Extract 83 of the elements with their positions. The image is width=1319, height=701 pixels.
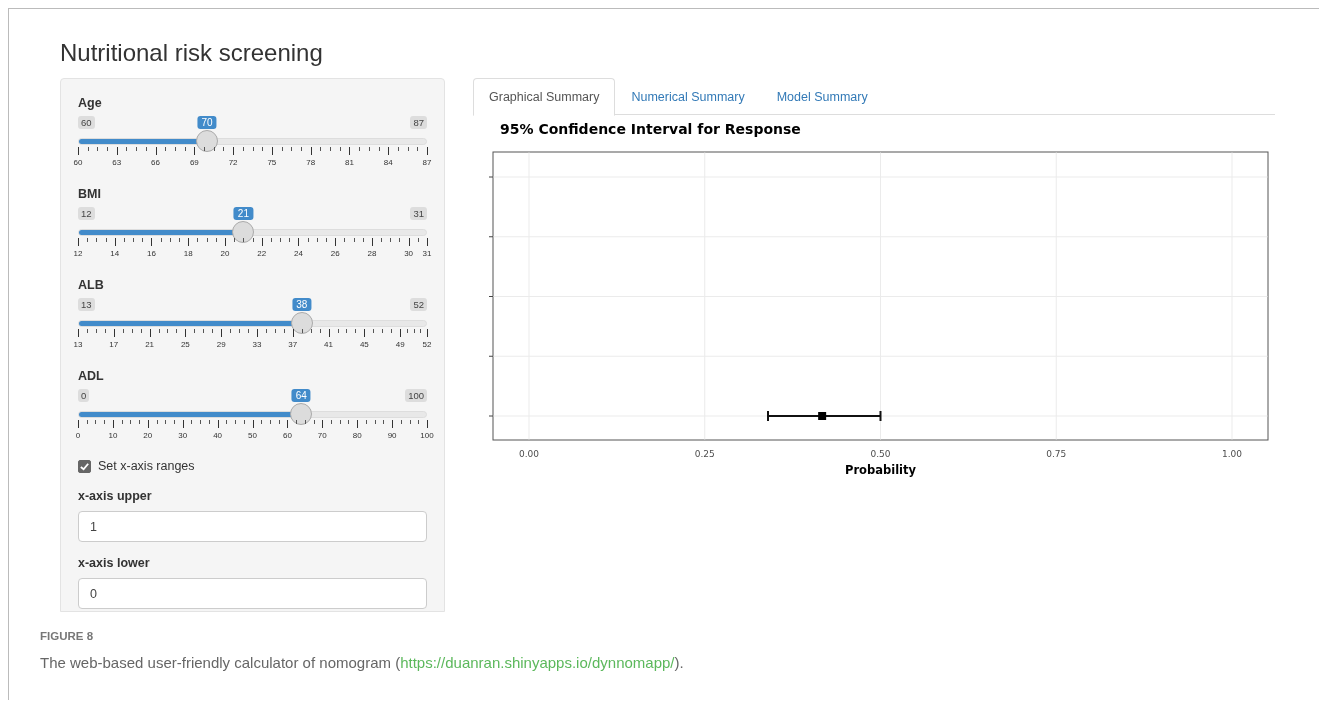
tick-label: 22 xyxy=(257,249,267,258)
slider-max: 100 xyxy=(405,389,427,402)
tick-label: 90 xyxy=(387,431,397,440)
tick-label: 0.25 xyxy=(694,449,715,459)
tick-label: 13 xyxy=(73,340,83,349)
figure-label: FIGURE 8 xyxy=(40,630,95,644)
tick-label: 60 xyxy=(73,158,83,167)
tab[interactable]: Model Summary xyxy=(760,78,884,115)
tick-label: 16 xyxy=(147,249,156,258)
tick-label: 0.00 xyxy=(518,449,539,459)
tick-label: 33 xyxy=(252,340,262,349)
tick-label: 70 xyxy=(317,431,327,440)
slider-min: 60 xyxy=(78,116,95,129)
tab[interactable]: Numerical Summary xyxy=(615,78,761,115)
tick-label: 24 xyxy=(293,249,303,258)
slider-handle[interactable] xyxy=(232,221,255,243)
tick-label: 20 xyxy=(143,431,153,440)
tick-label: 52 xyxy=(422,340,432,349)
tick-label: 0 xyxy=(75,431,81,440)
slider-label: BMI xyxy=(78,187,102,203)
tick-label: 25 xyxy=(180,340,190,349)
input-field[interactable]: 0 xyxy=(78,578,427,609)
input-field[interactable]: 1 xyxy=(78,511,427,542)
tick-label: 17 xyxy=(109,340,119,349)
tick-label: 31 xyxy=(422,249,432,258)
tick-label: 69 xyxy=(189,158,199,167)
slider-max: 31 xyxy=(410,207,427,220)
figure-caption: The web-based user-friendly calculator of nomogram (https://duanran.shinyapps.io/dynnomapp/). xyxy=(40,654,685,671)
slider-value: 38 xyxy=(292,298,312,311)
app-title: Nutritional risk screening xyxy=(59,38,324,68)
tick-label: 80 xyxy=(352,431,362,440)
tick-label: 45 xyxy=(359,340,369,349)
field-label: x-axis upper xyxy=(78,489,153,505)
field-label: x-axis lower xyxy=(78,556,151,572)
slider-value: 64 xyxy=(291,389,311,402)
axis-label: Probability xyxy=(845,463,916,477)
tick-label: 66 xyxy=(151,158,160,167)
tick-label: 87 xyxy=(422,158,432,167)
tick-label: 100 xyxy=(420,431,434,440)
tick-label: 29 xyxy=(216,340,226,349)
tick-label: 10 xyxy=(108,431,118,440)
tick-label: 37 xyxy=(288,340,298,349)
tick-label: 20 xyxy=(220,249,230,258)
slider-min: 13 xyxy=(78,298,95,311)
slider-min: 12 xyxy=(78,207,95,220)
tick-label: 81 xyxy=(345,158,354,167)
tick-label: 75 xyxy=(267,158,277,167)
tick-label: 21 xyxy=(145,340,155,349)
slider-handle[interactable] xyxy=(196,130,219,152)
tick-label: 72 xyxy=(228,158,238,167)
tick-label: 14 xyxy=(110,249,120,258)
slider-handle[interactable] xyxy=(290,312,313,334)
slider-max: 52 xyxy=(410,298,427,311)
tick-label: 50 xyxy=(248,431,257,440)
tick-label: 1.00 xyxy=(1222,449,1243,459)
tab[interactable]: Graphical Summary xyxy=(473,78,616,116)
tick-label: 40 xyxy=(213,431,223,440)
tick-label: 30 xyxy=(404,249,414,258)
data-point xyxy=(818,412,827,420)
slider-label: ALB xyxy=(78,278,105,294)
tick-label: 41 xyxy=(324,340,333,349)
slider-handle[interactable] xyxy=(290,403,313,425)
tick-label: 12 xyxy=(73,249,83,258)
tick-label: 63 xyxy=(112,158,122,167)
slider-label: ADL xyxy=(78,369,105,385)
slider-max: 87 xyxy=(410,116,427,129)
slider-label: Age xyxy=(78,96,103,112)
slider-min: 0 xyxy=(78,389,90,402)
slider-value: 21 xyxy=(233,207,253,220)
tick-label: 84 xyxy=(383,158,393,167)
tick-label: 30 xyxy=(178,431,188,440)
tick-label: 78 xyxy=(306,158,316,167)
tick-label: 0.75 xyxy=(1046,449,1067,459)
slider-value: 70 xyxy=(197,116,217,129)
tick-label: 0.50 xyxy=(870,449,891,459)
checkbox[interactable] xyxy=(78,459,91,473)
tick-label: 26 xyxy=(330,249,340,258)
tick-label: 60 xyxy=(282,431,292,440)
chart-title: 95% Confidence Interval for Response xyxy=(499,120,802,139)
tick-label: 49 xyxy=(395,340,405,349)
checkbox-label: Set x-axis ranges xyxy=(98,459,195,473)
tick-label: 28 xyxy=(367,249,377,258)
tick-label: 18 xyxy=(183,249,193,258)
